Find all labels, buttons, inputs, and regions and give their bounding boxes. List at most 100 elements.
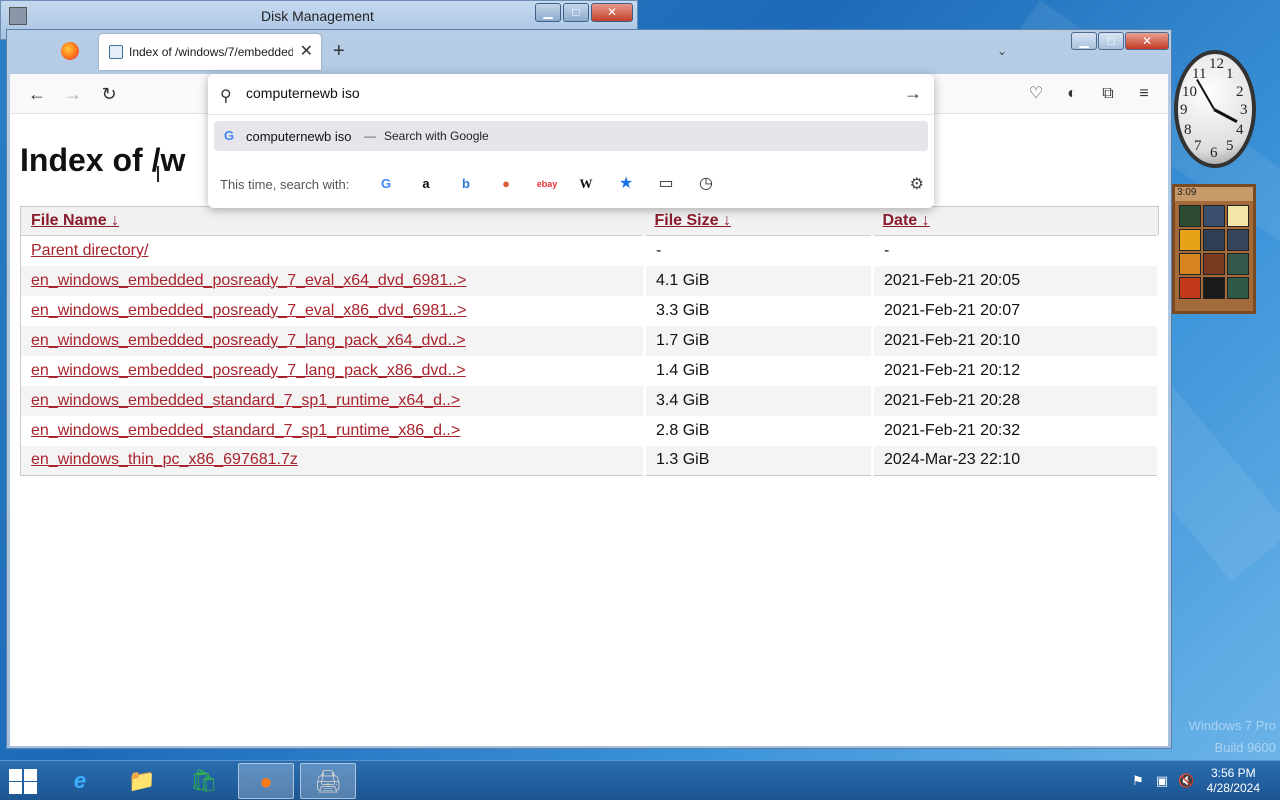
clock-number: 9 xyxy=(1180,102,1188,118)
google-engine-icon[interactable]: G xyxy=(376,174,396,194)
pocket-icon[interactable]: ♡ xyxy=(1025,83,1047,105)
browser-close-button[interactable]: ✕ xyxy=(1125,32,1169,50)
file-explorer-taskbar-icon[interactable]: 📁 xyxy=(114,763,170,799)
go-arrow-icon[interactable]: → xyxy=(904,83,922,104)
file-link[interactable]: en_windows_embedded_standard_7_sp1_runti… xyxy=(31,392,460,409)
duckduckgo-engine-icon[interactable]: ● xyxy=(496,174,516,194)
puzzle-tile[interactable] xyxy=(1227,229,1249,251)
puzzle-tile[interactable] xyxy=(1203,277,1225,299)
one-off-search-label: This time, search with: xyxy=(220,177,350,192)
search-suggestion[interactable]: G computernewb iso — Search with Google xyxy=(214,121,928,151)
puzzle-tile[interactable] xyxy=(1203,253,1225,275)
volume-muted-icon[interactable]: 🔇 xyxy=(1178,773,1194,789)
tray-time: 3:56 PM xyxy=(1210,766,1256,780)
column-label: File Name xyxy=(31,212,107,229)
table-row: en_windows_embedded_posready_7_eval_x86_… xyxy=(20,295,1160,326)
file-link[interactable]: en_windows_embedded_posready_7_eval_x86_… xyxy=(31,302,466,319)
puzzle-tile[interactable] xyxy=(1179,229,1201,251)
table-row: en_windows_embedded_posready_7_eval_x64_… xyxy=(20,265,1160,296)
file-link[interactable]: en_windows_thin_pc_x86_697681.7z xyxy=(31,451,298,468)
bing-engine-icon[interactable]: b xyxy=(456,174,476,194)
google-icon: G xyxy=(224,128,235,143)
clock-number: 4 xyxy=(1236,122,1244,138)
tray-clock[interactable]: 3:56 PM 4/28/2024 xyxy=(1207,766,1260,796)
picture-puzzle-gadget[interactable]: 3:09 xyxy=(1172,184,1256,314)
extensions-icon[interactable]: ⧉ xyxy=(1097,83,1119,105)
windows-watermark-edition: Windows 7 Pro xyxy=(1188,718,1276,733)
file-size-cell: 1.4 GiB xyxy=(644,355,874,386)
column-label: Date xyxy=(882,212,918,229)
bookmarks-icon[interactable]: ★ xyxy=(616,174,636,194)
suggestion-text: computernewb iso xyxy=(246,129,352,144)
store-taskbar-icon[interactable]: 🛍 xyxy=(176,763,232,799)
table-header-row: File Name ↓ File Size ↓ Date ↓ xyxy=(20,206,1159,236)
browser-maximize-button[interactable]: □ xyxy=(1098,32,1124,50)
puzzle-tile[interactable] xyxy=(1203,229,1225,251)
file-date-cell: 2021-Feb-21 20:07 xyxy=(872,295,1160,326)
disk-management-taskbar-icon[interactable]: 🖨 xyxy=(300,763,356,799)
disk-management-icon xyxy=(9,7,27,25)
clock-number: 12 xyxy=(1209,56,1224,72)
reload-button[interactable]: ↻ xyxy=(96,82,122,106)
file-link[interactable]: Parent directory/ xyxy=(31,242,148,259)
clock-number: 6 xyxy=(1210,145,1218,161)
internet-explorer-taskbar-icon[interactable]: e xyxy=(52,763,108,799)
list-all-tabs-chevron-icon[interactable]: ⌄ xyxy=(997,44,1007,58)
puzzle-tile[interactable] xyxy=(1227,277,1249,299)
column-file-size[interactable]: File Size ↓ xyxy=(644,206,873,236)
puzzle-tile[interactable] xyxy=(1227,253,1249,275)
file-link[interactable]: en_windows_embedded_posready_7_lang_pack… xyxy=(31,362,466,379)
table-row: en_windows_embedded_standard_7_sp1_runti… xyxy=(20,385,1160,416)
ebay-engine-icon[interactable]: ebay xyxy=(534,174,560,194)
clock-number: 7 xyxy=(1194,138,1202,154)
url-input[interactable] xyxy=(246,85,846,101)
table-row: en_windows_thin_pc_x86_697681.7z 1.3 GiB… xyxy=(20,445,1160,476)
forward-button[interactable]: → xyxy=(60,82,86,106)
file-link[interactable]: en_windows_embedded_posready_7_lang_pack… xyxy=(31,332,466,349)
tab-index-of-windows[interactable]: Index of /windows/7/embedded ✕ xyxy=(99,34,321,70)
sort-file-name-link[interactable]: File Name ↓ xyxy=(31,212,119,229)
puzzle-tile[interactable] xyxy=(1179,253,1201,275)
disk-management-maximize-button[interactable]: □ xyxy=(563,3,589,22)
action-center-flag-icon[interactable]: ⚑ xyxy=(1130,773,1146,789)
search-settings-gear-icon[interactable]: ⚙ xyxy=(910,174,924,194)
column-file-name[interactable]: File Name ↓ xyxy=(20,206,645,236)
start-logo-pane xyxy=(9,769,22,781)
firefox-view-icon[interactable] xyxy=(61,42,79,60)
amazon-engine-icon[interactable]: a xyxy=(416,174,436,194)
file-link[interactable]: en_windows_embedded_posready_7_eval_x64_… xyxy=(31,272,466,289)
network-icon[interactable]: ▣ xyxy=(1154,773,1170,789)
column-date[interactable]: Date ↓ xyxy=(872,206,1159,236)
file-date-cell: 2021-Feb-21 20:12 xyxy=(872,355,1160,386)
tab-close-icon[interactable]: ✕ xyxy=(300,41,313,61)
file-size-cell: - xyxy=(644,235,874,266)
tab-bar: Index of /windows/7/embedded ✕ + ⌄ ▁ □ ✕ xyxy=(7,30,1171,74)
puzzle-tile[interactable] xyxy=(1227,205,1249,227)
clock-gadget[interactable]: 12 1 2 3 4 5 6 7 8 9 10 11 xyxy=(1172,48,1258,172)
sort-file-size-link[interactable]: File Size ↓ xyxy=(655,212,731,229)
file-size-cell: 3.3 GiB xyxy=(644,295,874,326)
disk-management-close-button[interactable]: ✕ xyxy=(591,3,633,22)
tabs-icon[interactable]: ▭ xyxy=(656,174,676,194)
file-link[interactable]: en_windows_embedded_standard_7_sp1_runti… xyxy=(31,422,460,439)
wikipedia-engine-icon[interactable]: W xyxy=(576,174,596,194)
file-size-cell: 1.3 GiB xyxy=(644,445,874,476)
browser-minimize-button[interactable]: ▁ xyxy=(1071,32,1097,50)
firefox-taskbar-icon[interactable]: ● xyxy=(238,763,294,799)
account-icon[interactable]: ◐ xyxy=(1061,83,1083,105)
file-size-cell: 1.7 GiB xyxy=(644,325,874,356)
sort-date-link[interactable]: Date ↓ xyxy=(883,212,930,229)
puzzle-tile[interactable] xyxy=(1179,205,1201,227)
suggestion-separator: — xyxy=(364,129,376,143)
new-tab-button[interactable]: + xyxy=(333,40,345,63)
puzzle-tile[interactable] xyxy=(1179,277,1201,299)
back-button[interactable]: ← xyxy=(24,82,50,106)
history-icon[interactable]: ◷ xyxy=(696,174,716,194)
file-size-cell: 4.1 GiB xyxy=(644,265,874,296)
search-icon: ⚲ xyxy=(220,88,232,105)
app-menu-icon[interactable]: ≡ xyxy=(1133,83,1155,105)
start-button[interactable] xyxy=(6,767,38,795)
disk-management-title: Disk Management xyxy=(261,8,374,24)
puzzle-tile[interactable] xyxy=(1203,205,1225,227)
disk-management-minimize-button[interactable]: ▁ xyxy=(535,3,561,22)
